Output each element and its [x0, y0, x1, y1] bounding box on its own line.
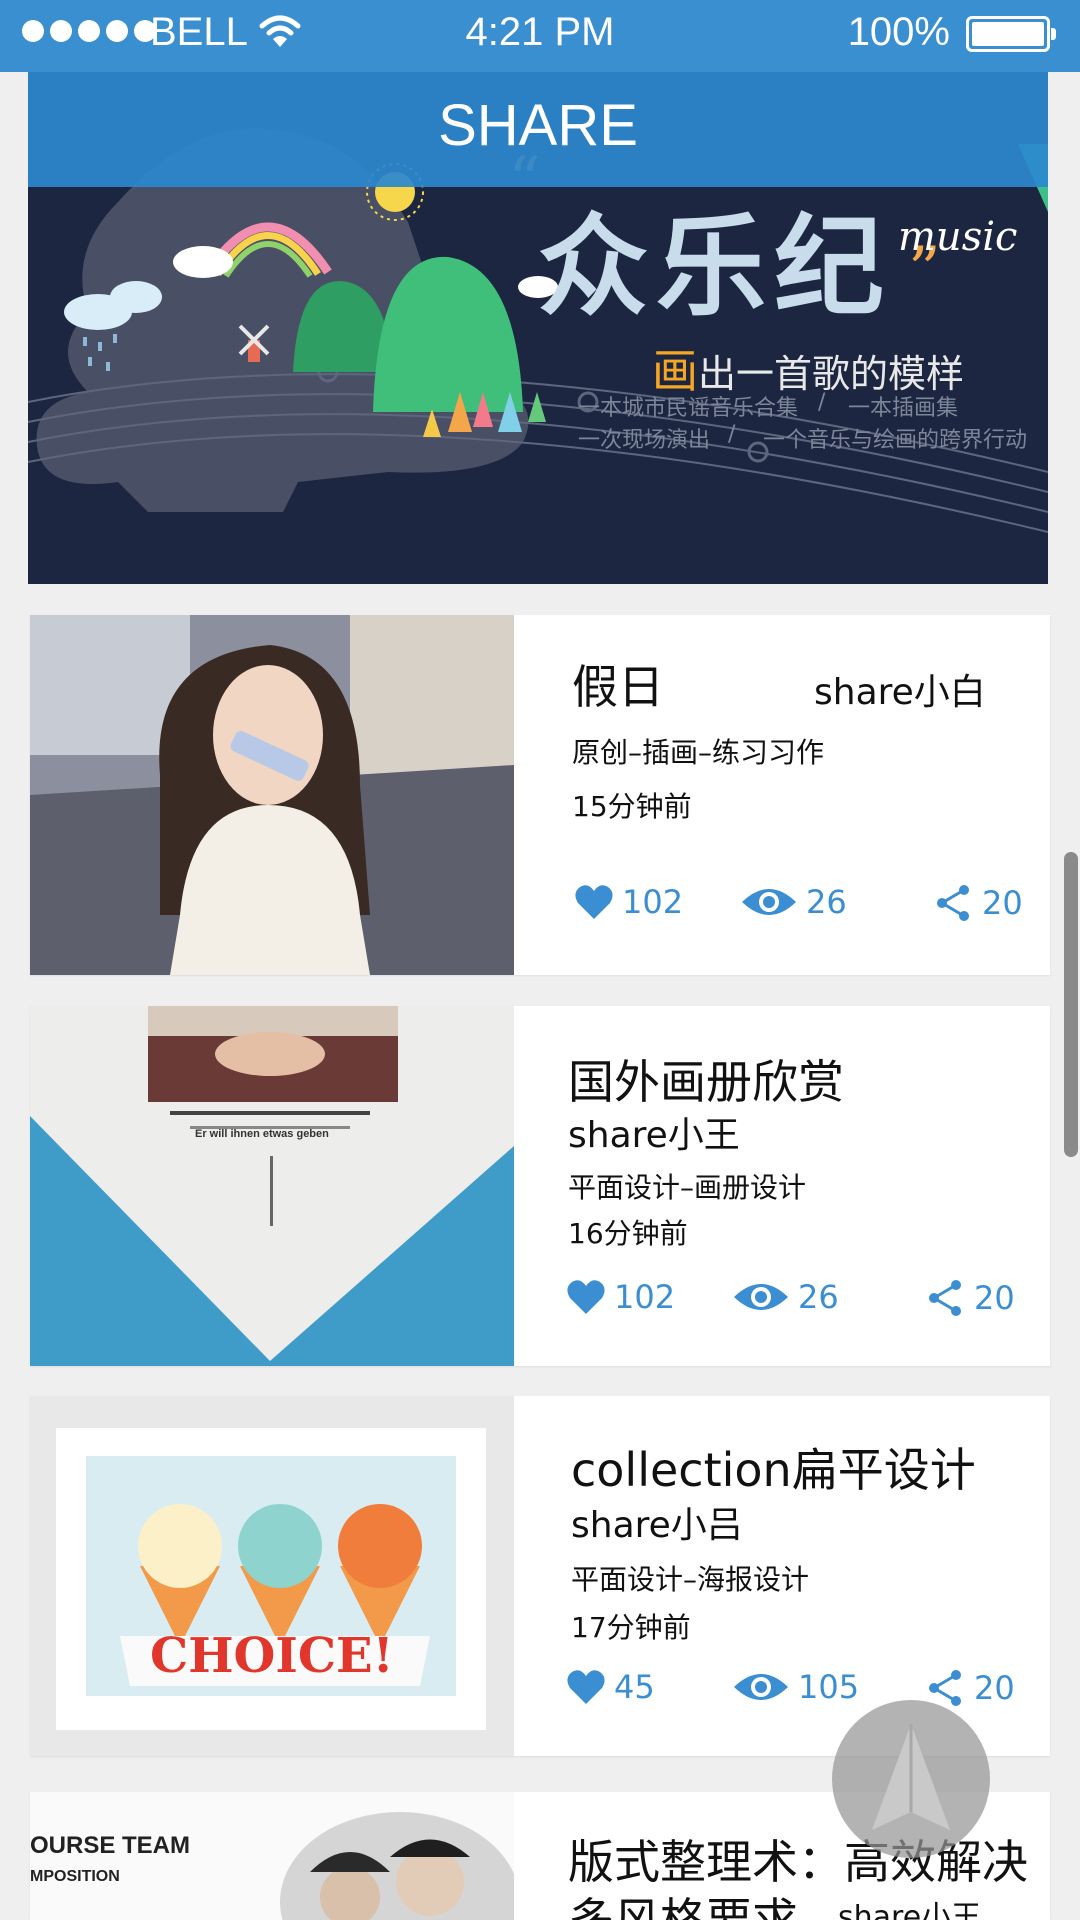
post-card[interactable]: Er will ihnen etwas geben 国外画册欣赏 share小王… [30, 1006, 1050, 1366]
banner-line-1a: 一本城市民谣音乐合集 [578, 396, 799, 421]
thumbnail-text-1: OURSE TEAM [30, 1832, 191, 1859]
post-thumbnail[interactable]: CHOICE! [30, 1396, 514, 1756]
post-author[interactable]: share小王 [838, 1892, 981, 1920]
post-author[interactable]: share小吕 [571, 1496, 743, 1548]
post-title-line2: 多风格要求 [568, 1893, 798, 1920]
eye-icon [734, 1284, 788, 1310]
heart-icon [575, 885, 613, 919]
like-count: 45 [614, 1668, 655, 1706]
post-tags: 平面设计–画册设计 [568, 1171, 807, 1204]
status-bar: BELL 4:21 PM 100% [0, 0, 1080, 72]
post-time: 15分钟前 [572, 790, 692, 823]
post-tags: 平面设计–海报设计 [571, 1563, 810, 1596]
view-count: 26 [806, 883, 847, 921]
like-stat[interactable]: 102 [574, 883, 683, 921]
page-title: SHARE [438, 93, 638, 158]
like-count: 102 [614, 1278, 676, 1316]
post-card[interactable]: 假日 share小白 原创–插画–练习习作 15分钟前 102 26 20 [30, 615, 1050, 975]
share-count: 20 [982, 884, 1023, 922]
post-thumbnail[interactable]: OURSE TEAM MPOSITION [30, 1792, 514, 1920]
heart-icon [567, 1280, 605, 1314]
battery-icon [966, 16, 1056, 52]
share-stat[interactable]: 20 [926, 1278, 1015, 1318]
eye-icon [742, 889, 796, 915]
post-title: collection扁平设计 [571, 1443, 976, 1497]
thumbnail-caption: Er will ihnen etwas geben [195, 1128, 329, 1140]
like-count: 102 [622, 883, 684, 921]
post-thumbnail[interactable]: Er will ihnen etwas geben [30, 1006, 514, 1366]
banner-title-suffix: music [898, 214, 1018, 260]
share-stat[interactable]: 20 [934, 883, 1023, 923]
banner-line-1b: 一本插画集 [848, 396, 959, 421]
battery-percentage: 100% [847, 10, 950, 54]
post-thumbnail[interactable] [30, 615, 514, 975]
post-tags: 原创–插画–练习习作 [572, 736, 825, 769]
like-stat[interactable]: 102 [566, 1278, 675, 1316]
app-header: SHARE [28, 72, 1048, 187]
view-count: 26 [798, 1278, 839, 1316]
thumbnail-text: CHOICE! [150, 1628, 394, 1684]
like-stat[interactable]: 45 [566, 1668, 655, 1706]
view-stat[interactable]: 26 [732, 1278, 839, 1316]
view-stat[interactable]: 26 [740, 883, 847, 921]
post-title: 假日 [572, 660, 664, 714]
post-author[interactable]: share小王 [568, 1106, 740, 1158]
scrollbar[interactable] [1064, 852, 1078, 1157]
eye-icon [734, 1674, 788, 1700]
post-time: 16分钟前 [568, 1217, 688, 1250]
thumbnail-text-2: MPOSITION [30, 1868, 120, 1885]
post-title: 国外画册欣赏 [568, 1055, 844, 1109]
banner-line-2a: 一次现场演出 [578, 428, 711, 453]
banner-title: 众乐纪 [538, 202, 892, 331]
heart-icon [567, 1670, 605, 1704]
paper-plane-icon [872, 1724, 950, 1830]
banner-divider-2: / [728, 422, 736, 447]
banner-divider-1: / [818, 390, 826, 415]
banner-line-2b: 一个音乐与绘画的跨界行动 [763, 428, 1028, 453]
share-icon [929, 1280, 961, 1316]
share-count: 20 [974, 1279, 1015, 1317]
share-icon [937, 885, 969, 921]
publish-button[interactable] [832, 1700, 990, 1858]
post-time: 17分钟前 [571, 1611, 691, 1644]
post-author[interactable]: share小白 [814, 663, 986, 715]
